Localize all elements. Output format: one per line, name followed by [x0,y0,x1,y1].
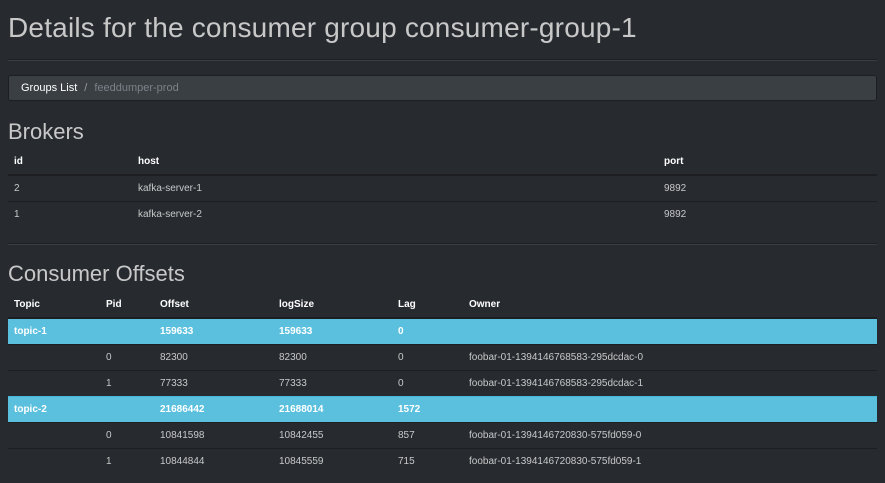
brokers-col-id[interactable]: id [8,149,132,176]
offset-value: 77333 [154,370,273,397]
offset-topic [8,422,100,449]
offset-pid: 0 [100,422,154,449]
offset-value: 159633 [154,317,273,345]
offsets-col-offset[interactable]: Offset [154,292,273,319]
offset-logsize: 10842455 [273,422,392,449]
offset-topic [8,370,100,397]
broker-port: 9892 [658,174,877,202]
offset-logsize: 82300 [273,344,392,371]
table-row: 2 kafka-server-1 9892 [8,174,877,202]
consumer-offsets-heading: Consumer Offsets [8,261,185,286]
offset-owner: foobar-01-1394146720830-575fd059-0 [463,422,877,449]
offsets-col-pid[interactable]: Pid [100,292,154,319]
broker-port: 9892 [658,201,877,227]
brokers-heading: Brokers [8,119,84,144]
section-divider [8,243,877,245]
partition-row: 1 77333 77333 0 foobar-01-1394146768583-295d… [8,370,877,397]
offsets-col-owner[interactable]: Owner [463,292,877,319]
partition-row: 0 10841598 10842455 857 foobar-01-1394146720… [8,422,877,449]
offsets-col-logsize[interactable]: logSize [273,292,392,319]
partition-row: 0 82300 82300 0 foobar-01-1394146768583-295d… [8,344,877,371]
offset-lag: 0 [392,344,463,371]
brokers-header-row: id host port [8,149,877,176]
offset-logsize: 159633 [273,317,392,345]
page-title: Details for the consumer group consumer-… [8,12,637,43]
offset-owner [463,396,877,423]
broker-id: 2 [8,174,132,202]
offset-logsize: 21688014 [273,396,392,423]
offset-value: 10844844 [154,448,273,474]
brokers-col-host[interactable]: host [132,149,658,176]
offset-value: 10841598 [154,422,273,449]
offset-owner: foobar-01-1394146768583-295dcdac-1 [463,370,877,397]
offset-lag: 1572 [392,396,463,423]
offsets-col-lag[interactable]: Lag [392,292,463,319]
offset-topic [8,344,100,371]
offset-lag: 715 [392,448,463,474]
offset-pid: 0 [100,344,154,371]
title-divider [8,59,877,61]
offset-pid: 1 [100,448,154,474]
offset-lag: 0 [392,317,463,345]
offset-lag: 857 [392,422,463,449]
topic-row: topic-1 159633 159633 0 [8,317,877,345]
broker-id: 1 [8,201,132,227]
offset-owner [463,317,877,345]
offset-topic [8,448,100,474]
offsets-col-topic[interactable]: Topic [8,292,100,319]
offset-value: 82300 [154,344,273,371]
offset-owner: foobar-01-1394146768583-295dcdac-0 [463,344,877,371]
offset-lag: 0 [392,370,463,397]
offset-owner: foobar-01-1394146720830-575fd059-1 [463,448,877,474]
offset-pid: 1 [100,370,154,397]
offset-topic: topic-2 [8,396,100,423]
table-row: 1 kafka-server-2 9892 [8,201,877,227]
breadcrumb-separator: / [84,82,88,94]
topic-row: topic-2 21686442 21688014 1572 [8,396,877,423]
consumer-offsets-table: Topic Pid Offset logSize Lag Owner topic… [8,292,877,474]
offset-pid [100,396,154,423]
breadcrumb-current: feeddumper-prod [94,82,179,94]
breadcrumb: Groups List / feeddumper-prod [8,75,877,101]
offset-pid [100,317,154,345]
brokers-table: id host port 2 kafka-server-1 9892 1 kaf… [8,149,877,227]
offset-value: 21686442 [154,396,273,423]
partition-row: 1 10844844 10845559 715 foobar-01-1394146720… [8,448,877,474]
offset-logsize: 10845559 [273,448,392,474]
broker-host: kafka-server-1 [132,174,658,202]
breadcrumb-groups-list-link[interactable]: Groups List [21,82,77,94]
broker-host: kafka-server-2 [132,201,658,227]
offset-topic: topic-1 [8,317,100,345]
offsets-header-row: Topic Pid Offset logSize Lag Owner [8,292,877,319]
brokers-col-port[interactable]: port [658,149,877,176]
offset-logsize: 77333 [273,370,392,397]
